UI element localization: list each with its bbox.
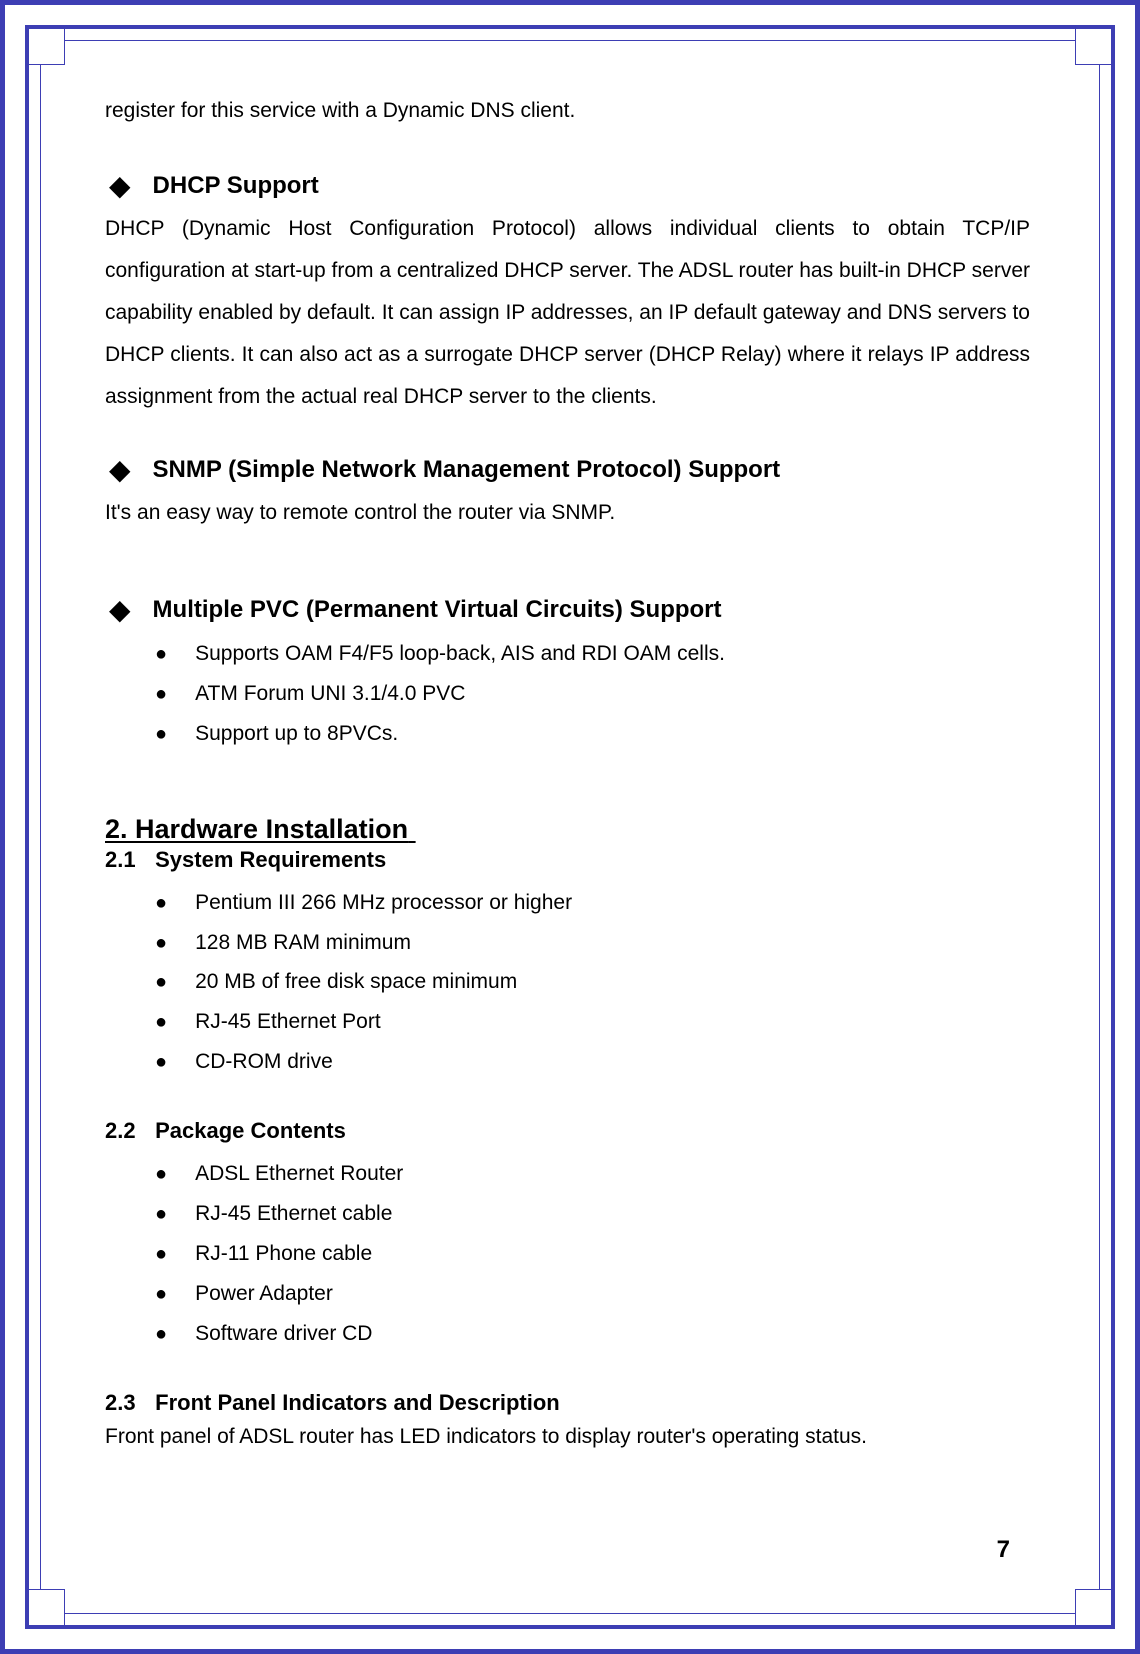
subsection-body: Front panel of ADSL router has LED indic… [105, 1416, 1030, 1458]
bullet-text: 20 MB of free disk space minimum [195, 962, 517, 1002]
subsection-2-1: 2.1 System Requirements [105, 847, 1030, 873]
bullet-icon: ● [155, 644, 167, 664]
bullet-text: Support up to 8PVCs. [195, 714, 398, 754]
page-number: 7 [997, 1536, 1010, 1564]
list-item: ● RJ-11 Phone cable [105, 1234, 1030, 1274]
list-item: ● Supports OAM F4/F5 loop-back, AIS and R… [105, 634, 1030, 674]
feature-body: It's an easy way to remote control the r… [105, 492, 1030, 534]
list-item: ● CD-ROM drive [105, 1042, 1030, 1082]
bullet-icon: ● [155, 972, 167, 992]
bullet-icon: ● [155, 724, 167, 744]
bullet-text: Supports OAM F4/F5 loop-back, AIS and RD… [195, 634, 725, 674]
list-item: ● Power Adapter [105, 1274, 1030, 1314]
bullet-icon: ● [155, 1052, 167, 1072]
bullet-icon: ● [155, 684, 167, 704]
bullet-icon: ● [155, 1204, 167, 1224]
bullet-text: RJ-45 Ethernet Port [195, 1002, 381, 1042]
list-item: ● Pentium III 266 MHz processor or higher [105, 883, 1030, 923]
bullet-text: ATM Forum UNI 3.1/4.0 PVC [195, 674, 465, 714]
requirements-list: ● Pentium III 266 MHz processor or higher… [105, 883, 1030, 1082]
subsection-num: 2.2 [105, 1118, 149, 1144]
carryover-text: register for this service with a Dynamic… [105, 90, 1030, 132]
feature-pvc: ◆ Multiple PVC (Permanent Virtual Circui… [105, 596, 1030, 624]
subsection-label: Front Panel Indicators and Description [155, 1390, 560, 1415]
section-title: 2. Hardware Installation [105, 814, 1030, 845]
list-item: ● Support up to 8PVCs. [105, 714, 1030, 754]
feature-snmp: ◆ SNMP (Simple Network Management Protoc… [105, 456, 1030, 484]
bullet-icon: ● [155, 1164, 167, 1184]
bullet-text: RJ-45 Ethernet cable [195, 1194, 392, 1234]
feature-dhcp: ◆ DHCP Support [105, 172, 1030, 200]
list-item: ● RJ-45 Ethernet Port [105, 1002, 1030, 1042]
diamond-icon: ◆ [109, 456, 131, 484]
list-item: ● RJ-45 Ethernet cable [105, 1194, 1030, 1234]
subsection-num: 2.3 [105, 1390, 149, 1416]
diamond-icon: ◆ [109, 596, 131, 624]
bullet-icon: ● [155, 893, 167, 913]
subsection-num: 2.1 [105, 847, 149, 873]
bullet-text: Power Adapter [195, 1274, 333, 1314]
subsection-label: Package Contents [155, 1118, 346, 1143]
feature-title: Multiple PVC (Permanent Virtual Circuits… [153, 596, 722, 624]
subsection-2-2: 2.2 Package Contents [105, 1118, 1030, 1144]
bullet-text: 128 MB RAM minimum [195, 923, 411, 963]
list-item: ● ADSL Ethernet Router [105, 1154, 1030, 1194]
pvc-bullets: ● Supports OAM F4/F5 loop-back, AIS and R… [105, 634, 1030, 754]
package-list: ● ADSL Ethernet Router ● RJ-45 Ethernet ca… [105, 1154, 1030, 1353]
bullet-icon: ● [155, 1324, 167, 1344]
bullet-text: CD-ROM drive [195, 1042, 333, 1082]
bullet-text: Software driver CD [195, 1314, 372, 1354]
bullet-icon: ● [155, 1284, 167, 1304]
list-item: ● ATM Forum UNI 3.1/4.0 PVC [105, 674, 1030, 714]
bullet-icon: ● [155, 1012, 167, 1032]
feature-title: DHCP Support [153, 172, 319, 200]
feature-title: SNMP (Simple Network Management Protocol… [153, 456, 781, 484]
bullet-text: RJ-11 Phone cable [195, 1234, 372, 1274]
diamond-icon: ◆ [109, 172, 131, 200]
list-item: ● Software driver CD [105, 1314, 1030, 1354]
section-title-text: 2. Hardware Installation [105, 814, 408, 844]
feature-body: DHCP (Dynamic Host Configuration Protoco… [105, 208, 1030, 418]
page-content: register for this service with a Dynamic… [105, 90, 1030, 1564]
list-item: ● 128 MB RAM minimum [105, 923, 1030, 963]
list-item: ● 20 MB of free disk space minimum [105, 962, 1030, 1002]
bullet-icon: ● [155, 933, 167, 953]
subsection-label: System Requirements [155, 847, 386, 872]
bullet-text: ADSL Ethernet Router [195, 1154, 403, 1194]
subsection-2-3: 2.3 Front Panel Indicators and Descripti… [105, 1390, 1030, 1416]
bullet-icon: ● [155, 1244, 167, 1264]
bullet-text: Pentium III 266 MHz processor or higher [195, 883, 572, 923]
